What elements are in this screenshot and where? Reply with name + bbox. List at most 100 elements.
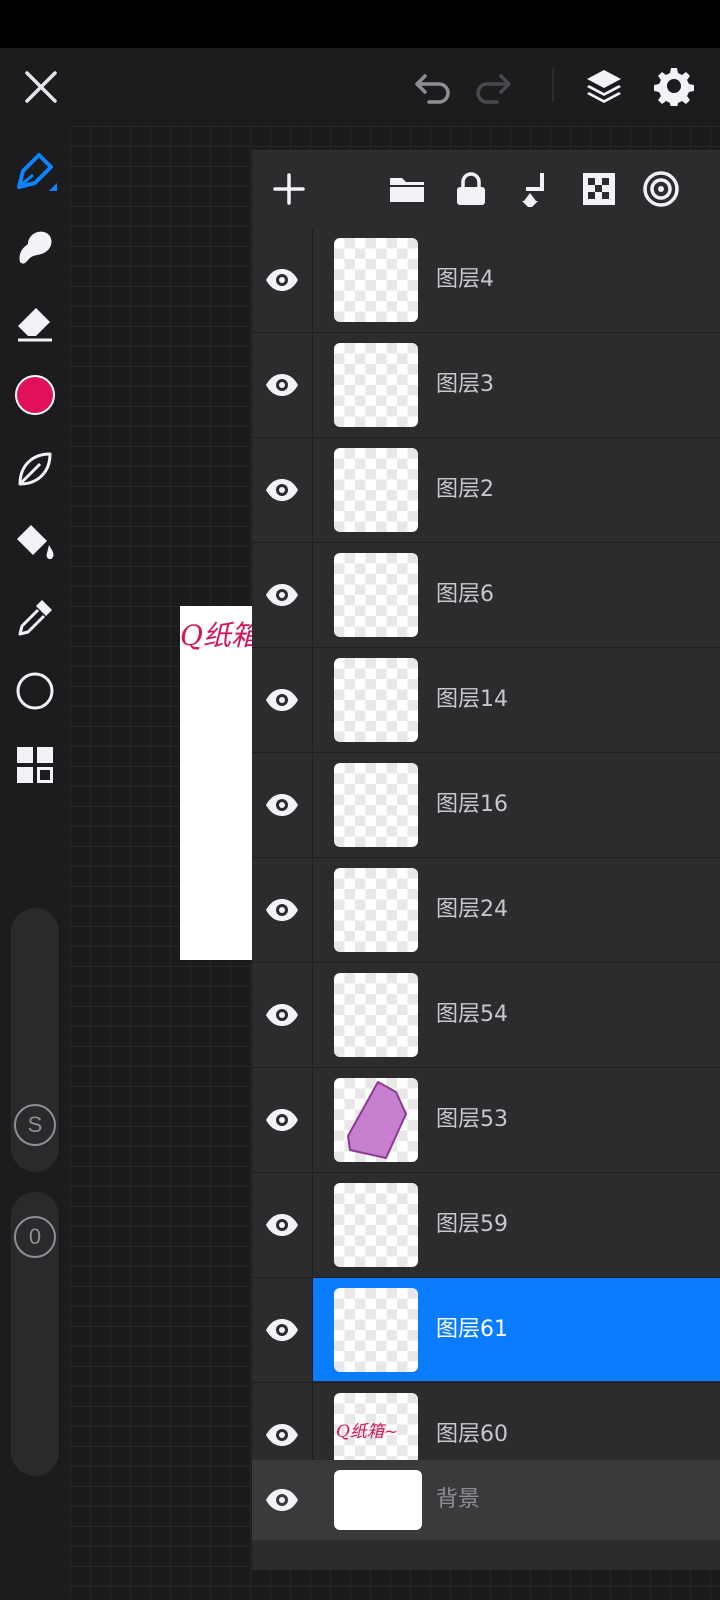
visibility-toggle[interactable] [252,1173,313,1276]
layer-row[interactable]: 图层4 [252,228,720,333]
color-swatch-circle [15,375,55,415]
shape-tool[interactable] [10,666,60,716]
leaf-lasso-icon [18,452,52,486]
visibility-toggle[interactable] [252,543,313,646]
blend-mode-icon [643,171,679,207]
merge-down-button[interactable] [510,164,560,214]
add-layer-button[interactable] [264,164,314,214]
layer-row[interactable]: 图层24 [252,858,720,963]
background-layer-name: 背景 [436,1487,481,1512]
smudge-tool[interactable] [10,222,60,272]
layer-row[interactable]: 图层2 [252,438,720,543]
visibility-toggle[interactable] [252,963,313,1066]
shape-thumbnail [347,1081,407,1159]
thumbnail-text: Q纸箱~ [336,1422,399,1442]
blend-mode-button[interactable] [636,164,686,214]
eye-icon [266,268,298,291]
layers-panel-toolbar [252,150,720,229]
eye-icon [266,688,298,711]
layers-icon [587,70,621,103]
eye-icon [266,1108,298,1131]
lasso-tool[interactable] [10,444,60,494]
layer-row[interactable]: 图层61 [252,1278,720,1383]
opacity-knob-label: 0 [28,1224,42,1249]
lock-icon [457,172,485,205]
layer-row[interactable]: 图层59 [252,1173,720,1278]
topbar-divider [552,68,554,102]
status-bar [0,0,720,48]
layer-thumbnail [334,343,418,427]
layer-name: 图层14 [436,687,508,712]
layers-button[interactable] [578,60,630,112]
eraser-tool[interactable] [10,296,60,346]
lock-layer-button[interactable] [446,164,496,214]
undo-icon [415,74,450,104]
transparency-button[interactable] [574,164,624,214]
artwork-text: Q纸箱~ [180,619,258,652]
visibility-toggle[interactable] [252,1278,313,1381]
close-button[interactable] [16,62,66,112]
visibility-toggle[interactable] [252,333,313,436]
eye-icon [266,793,298,816]
visibility-toggle[interactable] [252,1068,313,1171]
layer-list: 图层4 图层3 图层2 图层6 图层14 图层16 图层24 图层54 图层53 图层59 图层61… [252,228,720,1488]
layer-row[interactable]: 图层3 [252,333,720,438]
layer-row[interactable]: 图层16 [252,753,720,858]
smudge-icon [19,231,52,264]
visibility-toggle[interactable] [252,648,313,751]
layer-thumbnail [334,1288,418,1372]
opacity-knob[interactable]: 0 [14,1216,56,1258]
size-knob[interactable]: S [14,1104,56,1146]
layer-thumbnail [334,763,418,847]
layer-name: 图层53 [436,1107,508,1132]
layer-name: 图层59 [436,1212,508,1237]
pen-icon [17,153,57,191]
layer-thumbnail [334,238,418,322]
redo-button[interactable] [468,62,518,112]
size-knob-label: S [27,1112,43,1137]
eraser-icon [18,308,52,342]
eye-icon [266,478,298,501]
opacity-slider[interactable]: 0 [11,1192,59,1476]
eye-icon [266,373,298,396]
visibility-toggle[interactable] [252,1460,312,1540]
pen-tool[interactable] [10,148,60,198]
folder-icon [390,178,424,202]
layer-thumbnail [334,868,418,952]
fill-bucket-tool[interactable] [10,518,60,568]
visibility-toggle[interactable] [252,228,313,331]
color-swatch[interactable] [10,370,60,420]
brush-size-slider[interactable]: S [11,908,59,1172]
eye-icon [266,1213,298,1236]
settings-button[interactable] [648,60,700,112]
circle-icon [16,672,54,710]
merge-down-icon [522,173,544,207]
eye-icon [266,1318,298,1341]
tool-sidebar: S 0 [0,126,70,1600]
eye-icon [266,1003,298,1026]
gear-icon [654,68,694,106]
visibility-toggle[interactable] [252,438,313,541]
visibility-toggle[interactable] [252,753,313,856]
layer-row[interactable]: 图层54 [252,963,720,1068]
layer-row[interactable]: 图层6 [252,543,720,648]
undo-button[interactable] [408,62,458,112]
layer-thumbnail [334,1078,418,1162]
eye-icon [266,583,298,606]
visibility-toggle[interactable] [252,858,313,961]
eyedropper-tool[interactable] [10,592,60,642]
top-bar [0,48,720,126]
layer-name: 图层6 [436,582,494,607]
layer-row[interactable]: 图层14 [252,648,720,753]
paint-bucket-icon [17,525,54,560]
layer-row[interactable]: 图层53 [252,1068,720,1173]
layer-name: 图层16 [436,792,508,817]
more-tools-button[interactable] [10,740,60,790]
eye-icon [266,898,298,921]
artwork-preview: Q纸箱~ [180,606,258,960]
background-thumbnail [334,1470,422,1530]
new-group-button[interactable] [382,164,432,214]
layers-panel: 图层4 图层3 图层2 图层6 图层14 图层16 图层24 图层54 图层53 图层59 图层61… [252,150,720,1570]
layer-name: 图层3 [436,372,494,397]
background-layer-row[interactable]: 背景 [252,1460,720,1540]
